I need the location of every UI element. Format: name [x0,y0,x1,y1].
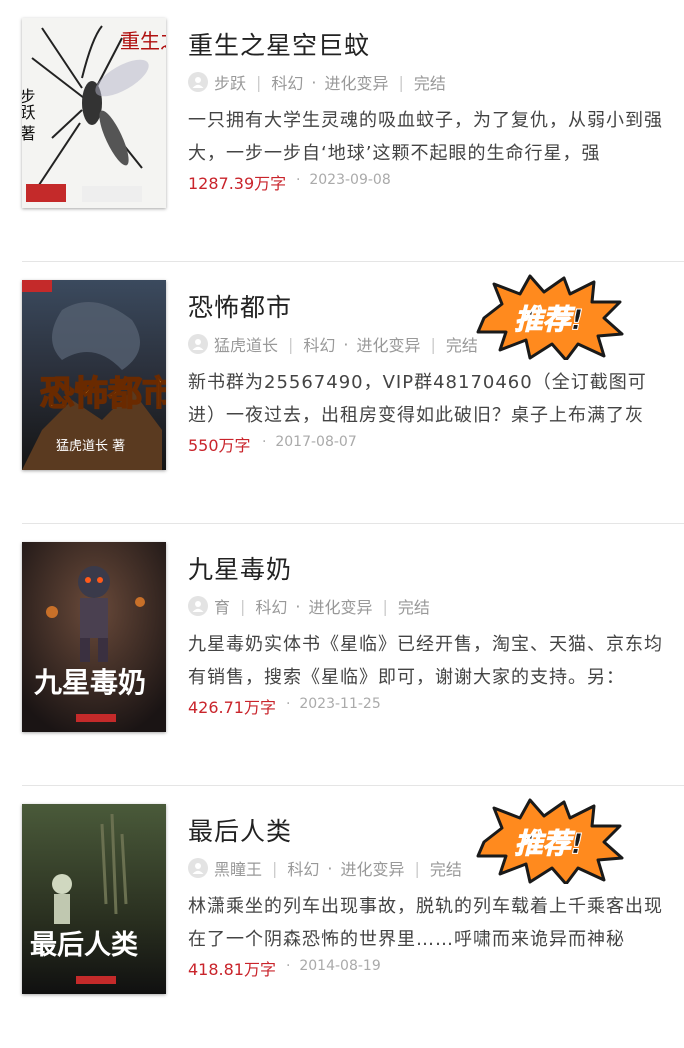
cover-author-text: 步跃 著 [22,88,36,141]
user-icon [188,72,208,92]
cover-title-text: 九星毒奶 [34,666,146,699]
meta-divider: | [256,72,262,92]
cover-image: 恐怖都市 猛虎道长 著 [22,280,166,470]
author-name[interactable]: 步跃 [214,70,246,94]
book-item[interactable]: 恐怖都市 猛虎道长 著 恐怖都市 猛虎道长 | 科幻 · 进化变异 | 完结 新… [22,262,684,524]
book-cover[interactable]: 恐怖都市 猛虎道长 著 [22,280,166,470]
meta-divider: | [430,334,436,354]
book-title[interactable]: 九星毒奶 [188,550,292,586]
book-title[interactable]: 恐怖都市 [188,288,292,324]
update-date: · 2023-09-08 [296,172,391,188]
book-meta: 步跃 | 科幻 · 进化变异 | 完结 [188,70,446,94]
subcategory-label[interactable]: 进化变异 [357,332,421,356]
author-name[interactable]: 育 [214,594,230,618]
user-icon [188,858,208,878]
word-count: 418.81万字 [188,960,276,979]
subcategory-label[interactable]: 进化变异 [325,70,389,94]
meta-divider: | [398,72,404,92]
cover-title-text: 重生之星空巨蚊 [120,29,166,53]
word-count: 550万字 [188,436,251,455]
book-description: 九星毒奶实体书《星临》已经开售，淘宝、天猫、京东均有销售，搜索《星临》即可，谢谢… [188,634,663,688]
date-value: 2023-09-08 [309,172,391,188]
category-label[interactable]: 科幻 [303,332,335,356]
book-list: 重生之星空巨蚊 步跃 著 重生之星空巨蚊 步跃 | 科幻 · 进化变异 | 完结… [0,0,684,1048]
date-dot: · [262,434,276,450]
meta-divider: | [382,596,388,616]
meta-dot: · [311,72,317,92]
status-label: 完结 [429,860,462,879]
cover-title-text: 最后人类 [30,930,138,961]
recommend-badge: 推荐! [474,798,624,884]
book-item[interactable]: 九星毒奶 九星毒奶 育 | 科幻 · 进化变异 | 完结 九星毒奶实体书《星临》… [22,524,684,786]
date-dot: · [286,958,300,974]
date-value: 2017-08-07 [275,434,357,450]
recommend-badge: 推荐! [474,274,624,360]
meta-divider: | [240,596,246,616]
status-label: 完结 [413,74,446,93]
book-cover[interactable]: 最后人类 [22,804,166,994]
book-title[interactable]: 最后人类 [188,812,292,848]
book-description: 一只拥有大学生灵魂的吸血蚊子，为了复仇，从弱小到强大，一步一步自‘地球’这颗不起… [188,110,663,164]
subcategory-label[interactable]: 进化变异 [341,856,405,880]
update-date: · 2014-08-19 [286,958,381,974]
status-label: 完结 [397,598,430,617]
book-cover[interactable]: 九星毒奶 [22,542,166,732]
starburst-badge-icon: 推荐! [476,798,624,884]
update-date: · 2017-08-07 [262,434,357,450]
book-item[interactable]: 重生之星空巨蚊 步跃 著 重生之星空巨蚊 步跃 | 科幻 · 进化变异 | 完结… [22,0,684,262]
badge-text: 推荐! [515,827,584,860]
badge-text: 推荐! [515,303,584,336]
book-description: 新书群为25567490，VIP群48170460（全订截图可进）一夜过去，出租… [188,372,647,426]
meta-divider: | [288,334,294,354]
date-dot: · [286,696,300,712]
cover-image: 九星毒奶 [22,542,166,732]
author-name[interactable]: 黑瞳王 [214,856,262,880]
meta-divider: | [272,858,278,878]
book-item[interactable]: 最后人类 最后人类 黑瞳王 | 科幻 · 进化变异 | 完结 林潇乘坐的列车出现… [22,786,684,1048]
category-label[interactable]: 科幻 [287,856,319,880]
category-label[interactable]: 科幻 [271,70,303,94]
author-name[interactable]: 猛虎道长 [214,332,278,356]
starburst-badge-icon: 推荐! [476,274,624,360]
user-icon [188,596,208,616]
cover-author-text: 猛虎道长 著 [56,439,125,454]
meta-dot: · [343,334,349,354]
word-count: 426.71万字 [188,698,276,717]
cover-image: 最后人类 [22,804,166,994]
meta-dot: · [295,596,301,616]
category-label[interactable]: 科幻 [255,594,287,618]
book-meta: 育 | 科幻 · 进化变异 | 完结 [188,594,430,618]
book-meta: 猛虎道长 | 科幻 · 进化变异 | 完结 [188,332,478,356]
update-date: · 2023-11-25 [286,696,381,712]
subcategory-label[interactable]: 进化变异 [309,594,373,618]
word-count: 1287.39万字 [188,174,287,193]
book-cover[interactable]: 重生之星空巨蚊 步跃 著 [22,18,166,208]
date-value: 2023-11-25 [299,696,381,712]
date-dot: · [296,172,310,188]
book-title[interactable]: 重生之星空巨蚊 [188,26,370,62]
user-icon [188,334,208,354]
book-description: 林潇乘坐的列车出现事故，脱轨的列车载着上千乘客出现在了一个阴森恐怖的世界里……呼… [188,896,663,950]
book-meta: 黑瞳王 | 科幻 · 进化变异 | 完结 [188,856,462,880]
meta-divider: | [414,858,420,878]
cover-title-text: 恐怖都市 [40,374,166,414]
cover-image: 重生之星空巨蚊 步跃 著 [22,18,166,208]
meta-dot: · [327,858,333,878]
date-value: 2014-08-19 [299,958,381,974]
